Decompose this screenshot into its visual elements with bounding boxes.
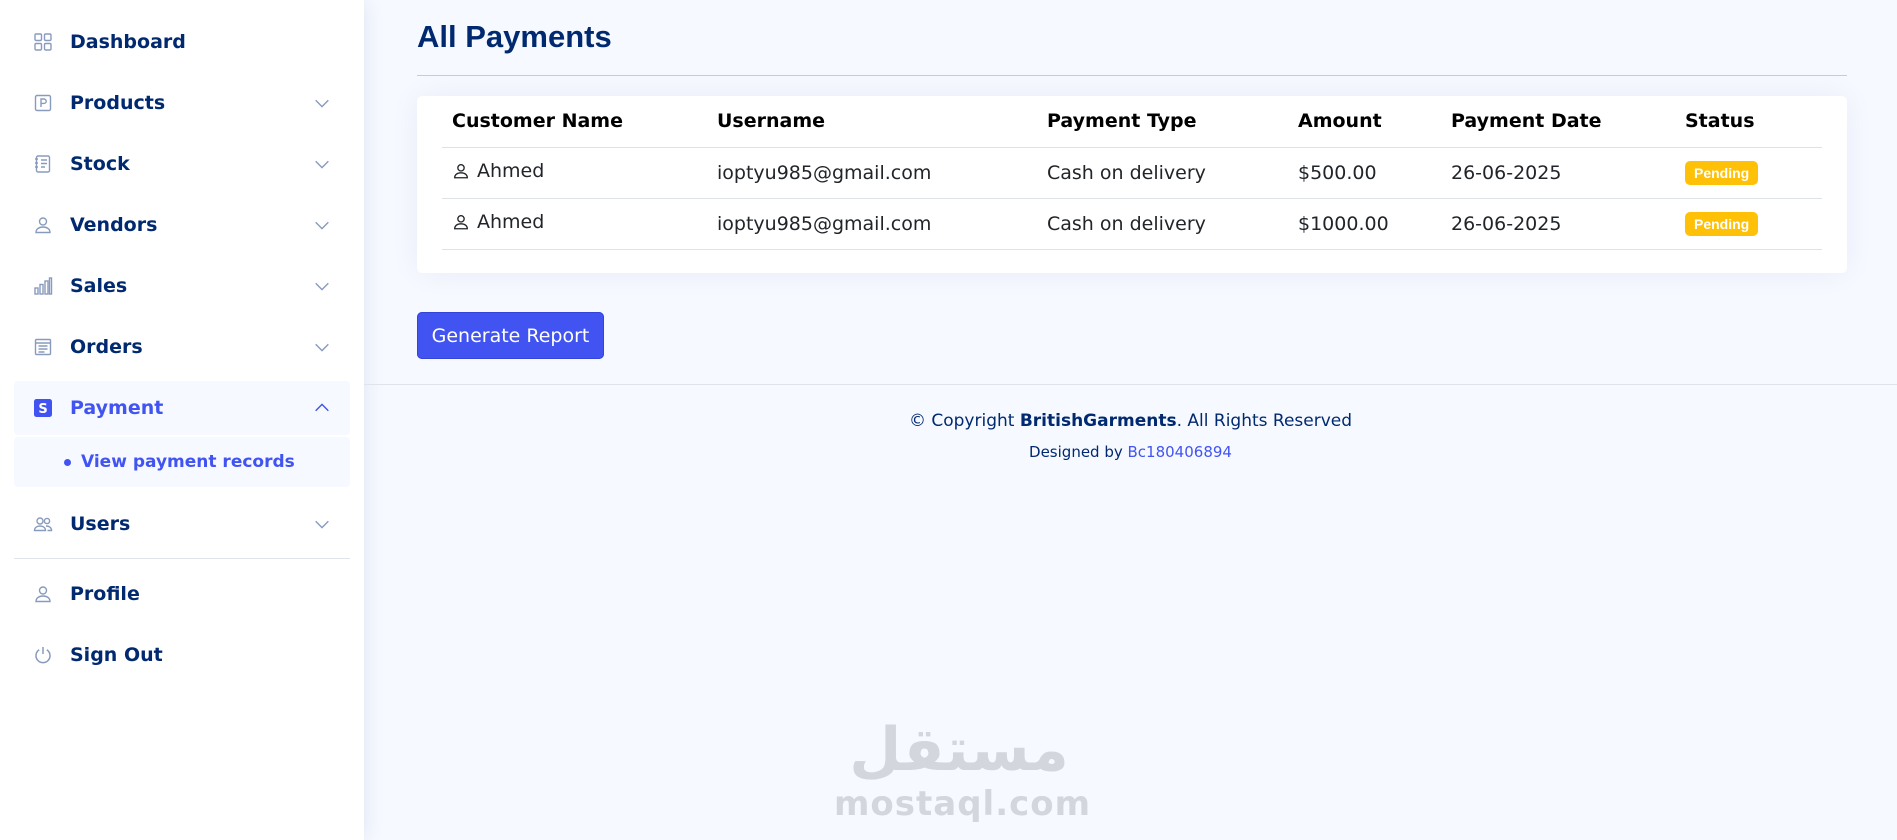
bar-chart-icon — [33, 276, 53, 296]
column-header-payment-date[interactable]: Payment Date — [1441, 96, 1675, 148]
chevron-down-icon — [312, 215, 332, 235]
main-content: All Payments Customer Name Username Paym… — [364, 0, 1897, 840]
sidebar-item-label: Profile — [70, 583, 140, 605]
orders-icon — [33, 337, 53, 357]
person-icon — [33, 215, 53, 235]
status-cell: Pending — [1675, 147, 1822, 199]
chevron-down-icon — [312, 93, 332, 113]
watermark-logo: مستقل mostaql.com — [834, 715, 1092, 824]
sidebar-item-label: Orders — [70, 336, 143, 358]
table-header-row: Customer Name Username Payment Type Amou… — [442, 96, 1822, 148]
bullet-icon — [64, 458, 71, 466]
chevron-down-icon — [312, 514, 332, 534]
stock-icon — [33, 154, 53, 174]
sidebar-divider — [14, 558, 350, 559]
sidebar-item-vendors[interactable]: Vendors — [14, 198, 350, 252]
sidebar-item-products[interactable]: Products — [14, 76, 350, 130]
brand-name: BritishGarments — [1019, 411, 1177, 431]
customer-cell: Ahmed — [442, 198, 707, 250]
generate-report-button[interactable]: Generate Report — [417, 312, 604, 359]
sidebar-item-stock[interactable]: Stock — [14, 137, 350, 191]
chevron-up-icon — [312, 398, 332, 418]
footer-divider — [364, 384, 1897, 385]
sidebar-item-label: Sales — [70, 275, 128, 297]
username-cell: ioptyu985@gmail.com — [707, 147, 1037, 199]
payment-icon: S — [33, 398, 53, 418]
sidebar-item-dashboard[interactable]: Dashboard — [14, 15, 350, 69]
watermark-latin: mostaql.com — [834, 784, 1092, 824]
sidebar-item-label: Users — [70, 513, 131, 535]
designed-by-label: Designed by — [1029, 443, 1128, 461]
watermark-arabic: مستقل — [849, 715, 1069, 785]
payment-date-cell: 26-06-2025 — [1441, 147, 1675, 199]
grid-icon — [33, 32, 53, 52]
status-cell: Pending — [1675, 198, 1822, 250]
column-header-amount[interactable]: Amount — [1288, 96, 1441, 148]
sidebar-subitem-label: View payment records — [81, 452, 295, 472]
column-header-payment-type[interactable]: Payment Type — [1037, 96, 1288, 148]
table-row[interactable]: Ahmed ioptyu985@gmail.com Cash on delive… — [442, 198, 1822, 250]
footer-copyright: © Copyright BritishGarments. All Rights … — [364, 411, 1897, 431]
svg-text:S: S — [38, 402, 47, 417]
customer-name: Ahmed — [477, 160, 545, 182]
payment-type-cell: Cash on delivery — [1037, 147, 1288, 199]
designer-link[interactable]: Bc180406894 — [1128, 443, 1232, 461]
status-badge: Pending — [1685, 211, 1759, 236]
customer-name: Ahmed — [477, 211, 545, 233]
table-row[interactable]: Ahmed ioptyu985@gmail.com Cash on delive… — [442, 147, 1822, 199]
column-header-customer-name[interactable]: Customer Name — [442, 96, 707, 148]
sidebar-item-label: Vendors — [70, 214, 158, 236]
power-icon — [33, 645, 53, 665]
sidebar-item-label: Dashboard — [70, 31, 186, 53]
username-cell: ioptyu985@gmail.com — [707, 198, 1037, 250]
sidebar-item-label: Sign Out — [70, 644, 163, 666]
copyright-suffix: . All Rights Reserved — [1176, 411, 1353, 431]
sidebar-item-users[interactable]: Users — [14, 497, 350, 551]
sidebar: Dashboard Products Stock Vendors Sales O — [0, 0, 364, 840]
sidebar-item-sales[interactable]: Sales — [14, 259, 350, 313]
sidebar-item-sign-out[interactable]: Sign Out — [14, 628, 350, 682]
copyright-prefix: © Copyright — [908, 411, 1020, 431]
product-icon — [33, 93, 53, 113]
customer: Ahmed — [452, 211, 544, 233]
payment-type-cell: Cash on delivery — [1037, 198, 1288, 250]
amount-cell: $500.00 — [1288, 147, 1441, 199]
payments-table: Customer Name Username Payment Type Amou… — [442, 96, 1822, 250]
title-divider — [417, 75, 1847, 76]
footer-credits: Designed by Bc180406894 — [364, 443, 1897, 461]
page-title: All Payments — [417, 19, 612, 54]
status-badge: Pending — [1685, 160, 1759, 185]
sidebar-item-payment[interactable]: S Payment — [14, 381, 350, 435]
amount-cell: $1000.00 — [1288, 198, 1441, 250]
customer: Ahmed — [452, 160, 544, 182]
chevron-down-icon — [312, 276, 332, 296]
sidebar-item-label: Products — [70, 92, 166, 114]
payments-card: Customer Name Username Payment Type Amou… — [417, 96, 1847, 273]
person-icon — [454, 215, 468, 230]
chevron-down-icon — [312, 337, 332, 357]
sidebar-item-profile[interactable]: Profile — [14, 567, 350, 621]
sidebar-item-orders[interactable]: Orders — [14, 320, 350, 374]
person-icon — [454, 164, 468, 179]
sidebar-item-label: Stock — [70, 153, 130, 175]
sidebar-subitem-view-payment-records[interactable]: View payment records — [14, 437, 350, 487]
sidebar-item-label: Payment — [70, 397, 164, 419]
column-header-username[interactable]: Username — [707, 96, 1037, 148]
payment-date-cell: 26-06-2025 — [1441, 198, 1675, 250]
users-icon — [33, 514, 53, 534]
chevron-down-icon — [312, 154, 332, 174]
person-icon — [33, 584, 53, 604]
customer-cell: Ahmed — [442, 147, 707, 199]
column-header-status[interactable]: Status — [1675, 96, 1822, 148]
